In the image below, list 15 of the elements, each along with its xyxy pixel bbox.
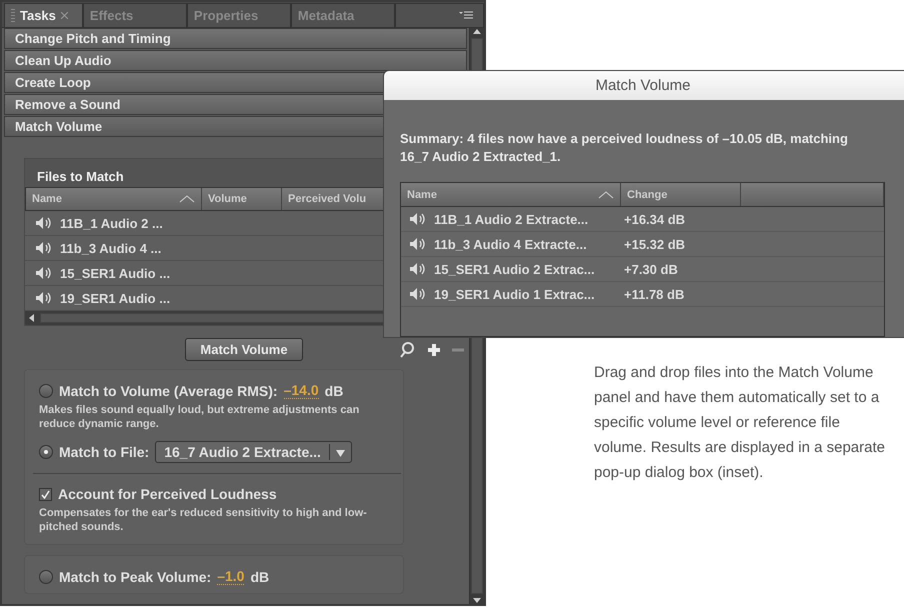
change-cell-text: +7.30 dB [624, 262, 679, 276]
change-cell-text: +16.34 dB [624, 212, 686, 226]
option-label: Match to Volume (Average RMS): [59, 382, 278, 398]
option-label: Account for Perceived Loudness [58, 486, 277, 502]
option-label: Match to Peak Volume: [59, 568, 212, 584]
option-description: Makes files sound equally loud, but extreme adjustments can reduce dynamic range. [39, 403, 360, 431]
unit-label: dB [250, 568, 270, 584]
files-to-match-title: Files to Match [36, 168, 125, 186]
option-description: Compensates for the ear's reduced sensitivity to high and low-pitched sounds. [39, 506, 368, 534]
dialog-title: Match Volume [384, 71, 904, 100]
option-label: Match to File: [59, 444, 150, 460]
change-cell-text: +11.78 dB [624, 286, 686, 302]
unit-label: dB [324, 382, 344, 398]
change-cell-text: +15.32 dB [624, 236, 686, 252]
caption-text: Drag and drop files into the Match Volume panel and have them automatically set to a specific volume level or reference file volume. Results are displayed in a separate pop-up dialog box (inset). [594, 363, 886, 483]
